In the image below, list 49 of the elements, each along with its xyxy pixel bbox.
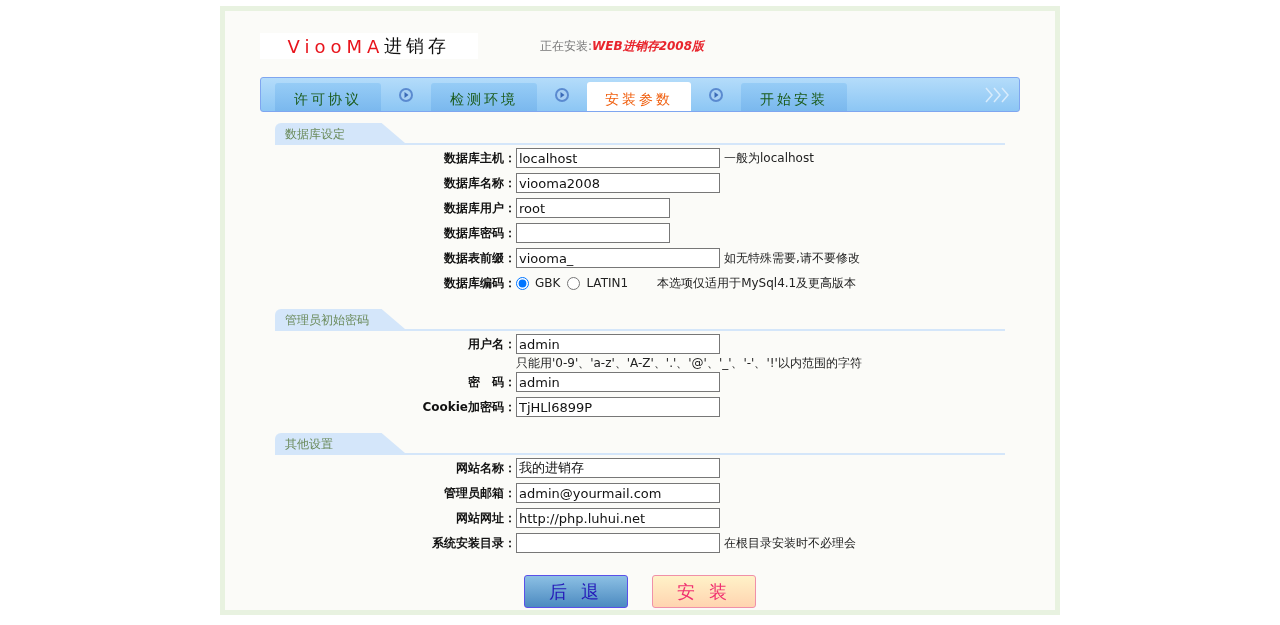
field-note: 在根目录安装时不必理会 [724,534,856,552]
radio-label: GBK [535,276,561,290]
section-title: 数据库设定 [275,123,405,143]
field-label: 数据表前缀： [443,250,516,267]
field-label: 数据库用户： [443,200,516,217]
step-tab[interactable]: 开始安装 [741,83,847,111]
radio-button[interactable] [516,276,529,290]
text-field[interactable]: root [516,198,670,218]
field-label: 网站网址： [455,510,516,527]
text-field[interactable] [516,223,670,243]
arrow-circle-icon [399,87,413,102]
text-field[interactable]: viooma2008 [516,173,720,193]
text-field[interactable]: admin [516,372,720,392]
arrow-circle-icon [709,87,723,102]
text-field[interactable]: admin [516,334,720,354]
step-tab[interactable]: 检测环境 [431,83,537,111]
text-field[interactable] [516,533,720,553]
step-tab[interactable]: 许可协议 [275,83,381,111]
section-title: 管理员初始密码 [275,309,405,329]
text-field[interactable]: admin@yourmail.com [516,483,720,503]
text-field[interactable]: TjHLl6899P [516,397,720,417]
field-label: 管理员邮箱： [443,485,516,502]
brand-name: ViooMA [287,35,385,57]
radio-label: LATIN1 [586,276,629,290]
installing-label: 正在安装: [540,37,593,55]
section-title: 其他设置 [275,433,405,453]
field-label: 数据库密码： [443,225,516,242]
field-label: 用户名： [467,336,516,353]
radio-button[interactable] [567,276,581,290]
text-field[interactable]: localhost [516,148,720,168]
field-label: Cookie加密码： [421,399,516,416]
field-note: 如无特殊需要,请不要修改 [724,249,860,267]
text-field[interactable]: http://php.luhui.net [516,508,720,528]
arrow-circle-icon [555,87,569,102]
field-note: 一般为localhost [724,149,814,167]
text-field[interactable]: viooma_ [516,248,720,268]
field-label: 数据库编码： [443,275,516,292]
brand-subtitle: 进销存 [384,34,451,58]
field-label: 密 码： [467,374,516,391]
text-field[interactable]: 我的进销存 [516,458,720,478]
chevrons-icon [985,87,1011,103]
field-label: 网站名称： [455,460,516,477]
field-label: 系统安装目录： [431,535,516,552]
product-name: WEB进销存2008版 [592,37,705,55]
field-hint: 只能用'0-9'、'a-z'、'A-Z'、'.'、'@'、'_'、'-'、'!'以内范围的字符 [516,355,862,372]
field-label: 数据库名称： [443,175,516,192]
field-note: 本选项仅适用于MySql4.1及更高版本 [657,274,857,292]
field-label: 数据库主机： [443,150,516,167]
back-button[interactable]: 后 退 [524,575,628,608]
